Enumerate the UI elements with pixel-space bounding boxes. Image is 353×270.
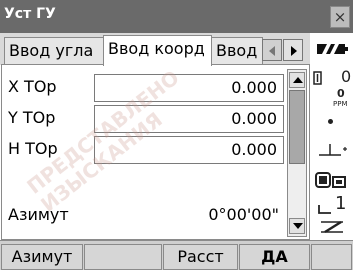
- h-label: H TOp: [8, 139, 58, 158]
- scroll-thumb[interactable]: [289, 90, 305, 164]
- tab-strip: Ввод угла Ввод коорд Ввод: [0, 33, 310, 66]
- softkey-yes[interactable]: ДА: [239, 244, 310, 270]
- target-icon: [313, 71, 322, 85]
- x-field[interactable]: 0.000: [94, 74, 284, 102]
- tab-scroll-arrows: [262, 39, 304, 61]
- tab-angle-input[interactable]: Ввод угла: [4, 37, 104, 65]
- page-number: 1: [335, 193, 347, 214]
- close-icon: ×: [333, 8, 347, 26]
- scroll-down-button[interactable]: [289, 218, 305, 234]
- tab-coord-input[interactable]: Ввод коорд: [103, 35, 212, 66]
- softkey-bar: Азимут Расст ДА: [0, 240, 353, 270]
- tab-scroll-right-button[interactable]: [283, 39, 303, 61]
- close-button[interactable]: ×: [330, 6, 350, 28]
- coord-input-panel: X TOp 0.000 Y TOp 0.000 H TOp 0.000 Азим…: [1, 64, 310, 240]
- status-panel: 0 0 PPM 1: [311, 33, 353, 240]
- prism-constant: 0: [341, 67, 352, 86]
- pen-input-icon[interactable]: [319, 219, 347, 235]
- arrow-down-icon: [293, 223, 303, 229]
- softkey-azimuth[interactable]: Азимут: [1, 244, 83, 270]
- scroll-up-button[interactable]: [289, 72, 305, 88]
- ppm-label: PPM: [333, 100, 348, 108]
- y-label: Y TOp: [8, 108, 56, 127]
- tilt-icon: [319, 144, 347, 156]
- y-field[interactable]: 0.000: [94, 105, 284, 133]
- softkey-empty-1[interactable]: [84, 244, 162, 270]
- tab-more-input[interactable]: Ввод: [211, 37, 263, 65]
- instrument-icon: [315, 172, 346, 188]
- title-bar: Уст ГУ ×: [0, 0, 353, 33]
- battery-icon: [317, 44, 348, 54]
- page-bracket-icon: [318, 205, 331, 214]
- azimuth-value: 0°00'00": [208, 205, 279, 224]
- laser-dot-icon: [328, 119, 333, 124]
- h-field[interactable]: 0.000: [94, 136, 284, 164]
- arrow-up-icon: [293, 77, 303, 83]
- azimuth-label: Азимут: [8, 205, 69, 224]
- softkey-empty-2[interactable]: [311, 244, 352, 270]
- ppm-value: 0: [337, 87, 345, 100]
- softkey-distance[interactable]: Расст: [163, 244, 238, 270]
- window-title: Уст ГУ: [4, 6, 56, 22]
- arrow-left-icon: [269, 46, 275, 56]
- x-label: X TOp: [8, 77, 57, 96]
- vertical-scrollbar[interactable]: [287, 69, 307, 237]
- arrow-right-icon: [291, 46, 297, 56]
- tab-scroll-left-button[interactable]: [262, 39, 282, 61]
